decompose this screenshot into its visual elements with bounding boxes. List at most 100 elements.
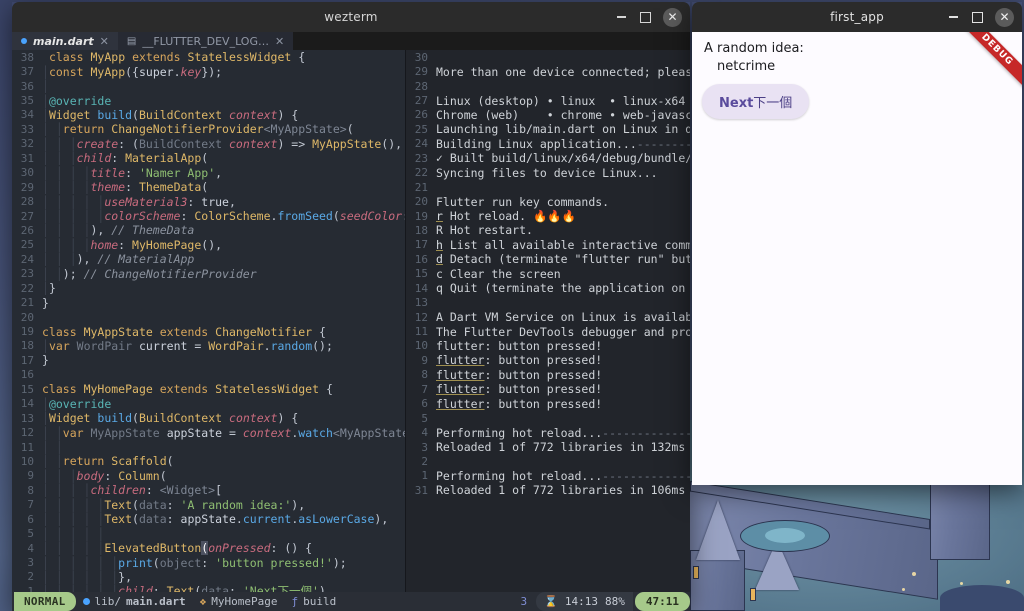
code-line-number: 1 <box>27 584 34 592</box>
code-line-text: │ │ │create: (BuildContext context) => M… <box>42 136 403 151</box>
code-line[interactable]: 35 │@override <box>12 93 405 108</box>
status-file-segment[interactable]: lib/main.dart <box>76 595 193 608</box>
code-line[interactable]: 29 │ │ │ │theme: ThemeData( <box>12 180 405 194</box>
next-button[interactable]: Next下一個 <box>702 84 810 119</box>
tab-close-icon[interactable]: ✕ <box>100 35 109 48</box>
code-line[interactable]: 24 │ │ │), // MaterialApp <box>12 252 405 266</box>
code-line[interactable]: 20 <box>12 310 405 324</box>
code-line[interactable]: 11 │ │ <box>12 440 405 454</box>
wezterm-window[interactable]: wezterm ✕ main.dart ✕ ▤ __FLUTTER_DEV_LO… <box>12 2 690 611</box>
code-line[interactable]: 10 │ │return Scaffold( <box>12 454 405 468</box>
log-line-number: 4 <box>421 426 428 440</box>
code-line-text: │ │return Scaffold( <box>42 454 174 469</box>
code-line[interactable]: 15 class MyHomePage extends StatelessWidg… <box>12 382 405 396</box>
code-line[interactable]: 8 │ │ │ │children: <Widget>[ <box>12 483 405 497</box>
log-line-number: 24 <box>414 137 428 151</box>
log-line: 21 <box>406 180 690 194</box>
tab-label: main.dart <box>33 34 94 48</box>
first-app-window[interactable]: first_app ✕ A random idea: netcrime Next… <box>692 2 1022 485</box>
log-line-number: 30 <box>414 50 428 64</box>
code-line-text: │@override <box>42 396 112 411</box>
code-line-number: 31 <box>20 151 34 165</box>
code-line[interactable]: 14 │@override <box>12 397 405 411</box>
tab-main-dart[interactable]: main.dart ✕ <box>12 32 118 50</box>
code-line[interactable]: 25 │ │ │ │home: MyHomePage(), <box>12 238 405 252</box>
log-line-text: flutter: button pressed! <box>436 396 603 411</box>
tab-flutter-dev-log[interactable]: ▤ __FLUTTER_DEV_LOG… ✕ <box>117 32 294 50</box>
code-line[interactable]: 21} <box>12 295 405 310</box>
log-line-text: ✓ Built build/linux/x64/debug/bundle/fir… <box>436 151 690 166</box>
code-line[interactable]: 32 │ │ │create: (BuildContext context) =>… <box>12 137 405 151</box>
code-line[interactable]: 16 <box>12 368 405 382</box>
log-line-number: 16 <box>414 252 428 266</box>
code-line[interactable]: 2 │ │ │ │ │ │}, <box>12 570 405 584</box>
close-icon[interactable]: ✕ <box>995 7 1014 27</box>
code-line[interactable]: 28 │ │ │ │ │useMaterial3: true, <box>12 194 405 209</box>
code-line-number: 8 <box>27 483 34 497</box>
code-line[interactable]: 19 class MyAppState extends ChangeNotifie… <box>12 324 405 339</box>
first-app-titlebar[interactable]: first_app ✕ <box>692 2 1022 32</box>
code-line[interactable]: 22 │} <box>12 281 405 295</box>
wallpaper-spire-left <box>696 500 740 560</box>
wallpaper-lit-window-2 <box>693 566 699 579</box>
code-line[interactable]: 13 │Widget build(BuildContext context) { <box>12 411 405 425</box>
code-line-text: class MyHomePage extends StatelessWidget… <box>42 382 333 397</box>
code-line[interactable]: 7 │ │ │ │ │Text(data: 'A random idea:'), <box>12 498 405 512</box>
code-line-number: 22 <box>20 281 34 295</box>
maximize-icon[interactable] <box>971 11 984 24</box>
battery-icon: ⌛ <box>544 595 558 608</box>
code-line-number: 14 <box>20 397 34 411</box>
modified-dot-icon <box>82 598 90 605</box>
log-line-number: 5 <box>421 411 428 425</box>
log-line: 8 flutter: button pressed! <box>406 368 690 382</box>
code-line[interactable]: 31 │ │ │child: MaterialApp( <box>12 151 405 165</box>
first-app-window-controls[interactable]: ✕ <box>947 2 1014 32</box>
code-line[interactable]: 6 │ │ │ │ │Text(data: appState.current.as… <box>12 512 405 526</box>
code-line[interactable]: 30 │ │ │ │title: 'Namer App', <box>12 166 405 180</box>
log-line: 11 The Flutter DevTools debugger and prof… <box>406 324 690 339</box>
code-line-text: │ │ │ │ │useMaterial3: true, <box>42 194 236 209</box>
code-line[interactable]: 34 │Widget build(BuildContext context) { <box>12 108 405 122</box>
log-line-number: 28 <box>414 79 428 93</box>
log-line: 12 A Dart VM Service on Linux is availabl… <box>406 310 690 324</box>
editor-tab-bar[interactable]: main.dart ✕ ▤ __FLUTTER_DEV_LOG… ✕ <box>12 32 690 50</box>
minimize-icon[interactable] <box>947 11 960 24</box>
code-line[interactable]: 33 │ │return ChangeNotifierProvider<MyApp… <box>12 122 405 136</box>
code-line[interactable]: 27 │ │ │ │ │colorScheme: ColorScheme.from… <box>12 209 405 223</box>
wallpaper-firefly-4 <box>1006 580 1010 584</box>
code-line-number: 33 <box>20 122 34 136</box>
code-line[interactable]: 5 │ │ │ │ │ <box>12 526 405 541</box>
wezterm-titlebar[interactable]: wezterm ✕ <box>12 2 690 32</box>
wallpaper-lit-window-3 <box>750 588 756 601</box>
code-line-number: 10 <box>20 454 34 468</box>
minimize-icon[interactable] <box>615 11 628 24</box>
debug-banner: DEBUG <box>953 32 1022 94</box>
code-line[interactable]: 23 │ │); // ChangeNotifierProvider <box>12 267 405 281</box>
code-line[interactable]: 4 │ │ │ │ │ElevatedButton(onPressed: () { <box>12 541 405 556</box>
code-line[interactable]: 18 │var WordPair current = WordPair.rando… <box>12 339 405 353</box>
code-line[interactable]: 38 class MyApp extends StatelessWidget { <box>12 50 405 64</box>
code-editor-pane[interactable]: 38 class MyApp extends StatelessWidget {… <box>12 50 406 592</box>
close-icon[interactable]: ✕ <box>663 7 682 27</box>
code-line[interactable]: 17} <box>12 353 405 367</box>
log-line-number: 20 <box>414 195 428 209</box>
code-line-text: │var WordPair current = WordPair.random(… <box>42 338 333 353</box>
code-line-number: 18 <box>20 339 34 353</box>
flutter-log-pane[interactable]: 30 29 More than one device connected; plea… <box>406 50 690 592</box>
code-line[interactable]: 3 │ │ │ │ │ │print(object: 'button presse… <box>12 555 405 570</box>
code-line[interactable]: 36 │ <box>12 79 405 93</box>
code-line-number: 9 <box>27 469 34 483</box>
code-line[interactable]: 26 │ │ │ │), // ThemeData <box>12 223 405 237</box>
code-line-number: 5 <box>27 527 34 541</box>
wezterm-body: main.dart ✕ ▤ __FLUTTER_DEV_LOG… ✕ 38 cl… <box>12 32 690 611</box>
code-line[interactable]: 12 │ │var MyAppState appState = context.w… <box>12 425 405 440</box>
code-line-text: │Widget build(BuildContext context) { <box>42 411 299 426</box>
code-line[interactable]: 1 │ │ │ │ │ │child: Text(data: 'Next下一個')… <box>12 584 405 592</box>
code-line[interactable]: 9 │ │ │body: Column( <box>12 469 405 483</box>
wezterm-window-controls[interactable]: ✕ <box>615 2 682 32</box>
code-line-number: 3 <box>27 556 34 570</box>
maximize-icon[interactable] <box>639 11 652 24</box>
log-line: 13 <box>406 295 690 309</box>
tab-close-icon[interactable]: ✕ <box>275 35 284 48</box>
code-line[interactable]: 37 │const MyApp({super.key}); <box>12 64 405 79</box>
